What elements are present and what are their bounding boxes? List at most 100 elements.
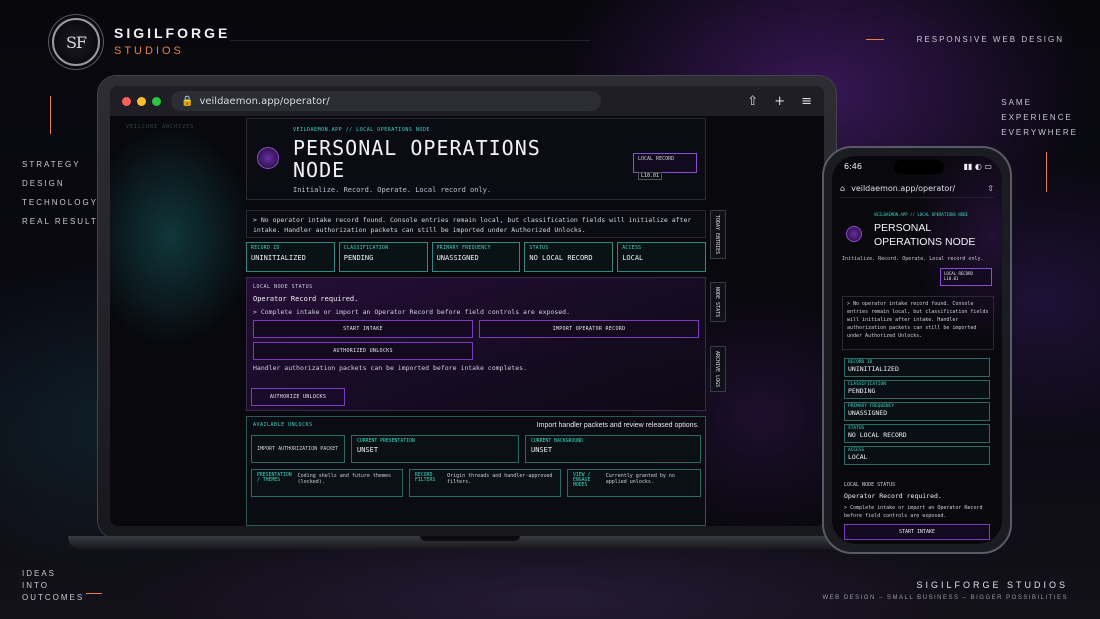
start-intake-button[interactable]: START INTAKE <box>844 524 990 540</box>
share-icon[interactable]: ⇧ <box>747 94 758 109</box>
side-tab-stats[interactable]: NODE STATS <box>710 282 726 323</box>
breadcrumb: VEILDAEMON.APP // LOCAL OPERATIONS NODE <box>293 127 430 133</box>
field-key: CURRENT BACKGROUND <box>531 439 583 444</box>
laptop-screen: 🔒 veildaemon.app/operator/ ⇧ + ≡ VEILCOR… <box>110 86 824 526</box>
unlocks-panel: AVAILABLE UNLOCKS Import handler packets… <box>246 416 706 526</box>
local-record-badge: LOCAL RECORD L10.01 <box>940 268 992 286</box>
stat-key: RECORD ID <box>251 246 280 251</box>
button-label: IMPORT AUTHORIZATION PACKET <box>257 446 339 452</box>
field-value: UNSET <box>531 446 553 454</box>
sigil-icon <box>257 147 279 169</box>
url-text: veildaemon.app/operator/ <box>851 184 956 193</box>
unlock-themes[interactable]: PRESENTATION / THEMES Coding shells and f… <box>251 469 403 497</box>
intake-notice: > No operator intake record found. Conso… <box>842 296 994 350</box>
maximize-dot[interactable] <box>152 96 161 106</box>
record-stats: RECORD ID UNINITIALIZED CLASSIFICATION PEN… <box>246 242 706 272</box>
close-dot[interactable] <box>122 96 131 106</box>
stat-value: LOCAL <box>622 254 644 262</box>
label-line: IDEAS <box>22 569 57 578</box>
brand-sub: STUDIOS <box>114 44 184 57</box>
page-subtitle: Initialize. Record. Operate. Local recor… <box>293 186 492 194</box>
brand-name: SIGILFORGE <box>114 24 231 41</box>
stat-key: ACCESS <box>622 246 642 251</box>
label-ideas: IDEAS INTO OUTCOMES <box>22 568 84 604</box>
window-controls <box>122 96 161 106</box>
section-label: LOCAL NODE STATUS <box>844 482 896 488</box>
address-bar[interactable]: 🔒 veildaemon.app/operator/ <box>171 91 601 111</box>
unlock-key: RECORD FILTERS <box>415 473 436 483</box>
home-icon[interactable]: ⌂ <box>840 184 845 193</box>
stat-value: UNASSIGNED <box>848 409 888 417</box>
status-title: Operator Record required. <box>253 295 359 303</box>
badge-label: LOCAL RECORD <box>638 156 675 162</box>
stat-value: UNASSIGNED <box>436 254 479 262</box>
minimize-dot[interactable] <box>137 96 146 106</box>
stat-value: UNINITIALIZED <box>251 254 306 262</box>
side-tab-archive[interactable]: ARCHIVE LOGS <box>710 346 726 393</box>
label-line: STRATEGY <box>22 160 81 169</box>
accent-line <box>1046 152 1047 192</box>
sigil-icon <box>846 226 862 242</box>
stat-key: PRIMARY FREQUENCY <box>436 246 491 251</box>
brand-block: SF SIGILFORGE STUDIOS <box>52 18 230 66</box>
unlock-text: Currently granted by no applied unlocks. <box>605 473 675 485</box>
phone-screen: 6:46 ▮▮ ◐ ▭ ⌂ veildaemon.app/operator/ ⇧… <box>832 156 1002 544</box>
status-title: Operator Record required. <box>844 492 942 500</box>
unlock-key: VIEW / ENGAGE MODES <box>573 473 591 488</box>
url-text: veildaemon.app/operator/ <box>199 95 330 107</box>
authorize-unlocks-button[interactable]: AUTHORIZE UNLOCKS <box>251 388 345 406</box>
tab-label: NODE STATS <box>714 287 720 318</box>
stat-access: ACCESS LOCAL <box>844 446 990 465</box>
import-packet-button[interactable]: IMPORT AUTHORIZATION PACKET <box>251 435 345 463</box>
lock-icon: 🔒 <box>181 95 194 107</box>
laptop-notch <box>420 536 520 541</box>
status-helper: Handler authorization packets can be imp… <box>253 364 527 372</box>
label-line: EXPERIENCE <box>1001 113 1073 122</box>
menu-icon[interactable]: ≡ <box>801 94 812 109</box>
label-line: TECHNOLOGY <box>22 198 99 207</box>
tab-label: TODAY ENTRIES <box>714 215 720 255</box>
signal-wifi-battery-icon: ▮▮ ◐ ▭ <box>963 162 992 171</box>
stat-key: STATUS <box>529 246 549 251</box>
intake-notice: > No operator intake record found. Conso… <box>246 210 706 238</box>
tab-label: ARCHIVE LOGS <box>714 351 720 388</box>
unlock-text: Origin threads and handler-approved filt… <box>447 473 553 485</box>
label-line: REAL RESULTS <box>22 217 106 226</box>
ghost-label: VEILCORE ARCHIVES <box>126 124 195 130</box>
local-record-badge: LOCAL RECORD L10.01 <box>633 153 697 180</box>
web-page: VEILCORE ARCHIVES VEILDAEMON.APP // LOCA… <box>110 116 824 526</box>
badge-value: L10.01 <box>638 172 663 180</box>
logo-monogram: SF <box>65 32 87 52</box>
browser-toolbar: 🔒 veildaemon.app/operator/ ⇧ + ≡ <box>110 86 824 116</box>
unlock-modes[interactable]: VIEW / ENGAGE MODES Currently granted by … <box>567 469 701 497</box>
stat-access: ACCESS LOCAL <box>617 242 706 272</box>
phone-mockup: 6:46 ▮▮ ◐ ▭ ⌂ veildaemon.app/operator/ ⇧… <box>822 146 1012 554</box>
phone-status-bar: 6:46 ▮▮ ◐ ▭ <box>844 162 992 171</box>
stat-key: CLASSIFICATION <box>343 246 389 251</box>
page-subtitle: Initialize. Record. Operate. Local recor… <box>842 256 984 262</box>
stat-status: STATUS NO LOCAL RECORD <box>844 424 990 443</box>
stat-value: NO LOCAL RECORD <box>529 254 593 262</box>
start-intake-button[interactable]: START INTAKE <box>253 320 473 338</box>
hero-panel: VEILDAEMON.APP // LOCAL OPERATIONS NODE … <box>246 118 706 200</box>
title-line: PERSONAL <box>874 222 932 234</box>
authorized-unlocks-button[interactable]: AUTHORIZED UNLOCKS <box>253 342 473 360</box>
accent-line <box>50 96 51 134</box>
stat-value: LOCAL <box>848 453 868 461</box>
field-key: CURRENT PRESENTATION <box>357 439 415 444</box>
field-value: UNSET <box>357 446 379 454</box>
unlock-filters[interactable]: RECORD FILTERS Origin threads and handler… <box>409 469 561 497</box>
label-line: INTO <box>22 581 49 590</box>
browser-actions: ⇧ + ≡ <box>747 94 812 109</box>
breadcrumb: VEILDAEMON.APP // LOCAL OPERATIONS NODE <box>874 212 968 217</box>
side-tab-entries[interactable]: TODAY ENTRIES <box>710 210 726 260</box>
label-line: DESIGN <box>22 179 65 188</box>
plus-icon[interactable]: + <box>774 94 785 109</box>
share-icon[interactable]: ⇧ <box>987 184 994 193</box>
label-list: STRATEGY DESIGN TECHNOLOGY REAL RESULTS <box>22 155 105 231</box>
badge-value: L10.01 <box>944 276 959 281</box>
phone-address-bar[interactable]: ⌂ veildaemon.app/operator/ ⇧ <box>840 180 994 198</box>
current-background: CURRENT BACKGROUND UNSET <box>525 435 701 463</box>
import-record-button[interactable]: IMPORT OPERATOR RECORD <box>479 320 699 338</box>
footer-brand: SIGILFORGE STUDIOS WEB DESIGN – SMALL BU… <box>823 580 1069 601</box>
